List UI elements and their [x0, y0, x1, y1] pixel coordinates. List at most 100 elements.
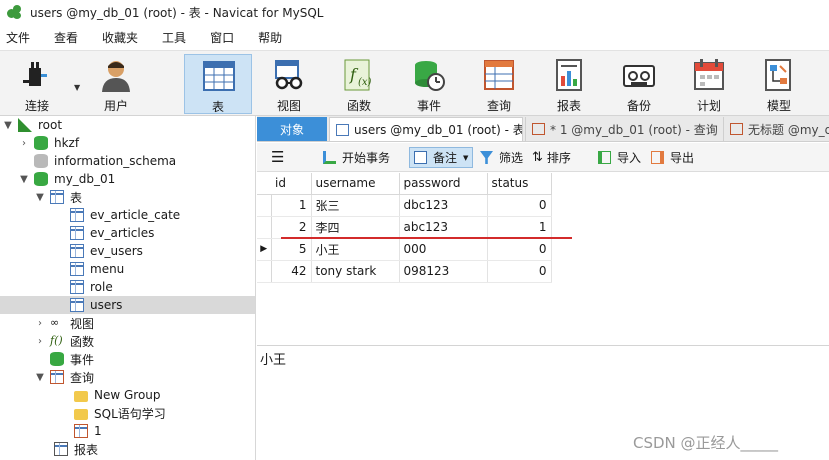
- cell-password[interactable]: 000: [399, 238, 488, 261]
- filter-button[interactable]: 筛选: [476, 147, 527, 168]
- function-button[interactable]: f (x) 函数: [325, 54, 393, 114]
- chevron-down-icon[interactable]: ▼: [34, 192, 46, 203]
- column-header-id[interactable]: id: [271, 173, 312, 195]
- table-button[interactable]: 表: [184, 54, 252, 114]
- sort-button[interactable]: ⇅ 排序: [528, 147, 575, 168]
- chevron-right-icon[interactable]: ›: [34, 318, 46, 329]
- tree-item-root[interactable]: ▼ root: [0, 116, 255, 134]
- tree-item-tables[interactable]: ▼ 表: [0, 188, 255, 206]
- cell-id[interactable]: 2: [271, 216, 312, 239]
- cell-password[interactable]: abc123: [399, 216, 488, 239]
- chevron-down-icon[interactable]: ▼: [463, 154, 468, 162]
- current-row-indicator-icon[interactable]: ▶: [257, 238, 272, 261]
- chevron-right-icon[interactable]: ›: [18, 138, 30, 149]
- event-clock-icon: [415, 61, 445, 91]
- tree-item-label: 事件: [70, 352, 95, 367]
- model-button[interactable]: 模型: [745, 54, 813, 114]
- cell-status[interactable]: 0: [487, 260, 552, 283]
- cell-username[interactable]: tony stark: [311, 260, 400, 283]
- tree-item-folder[interactable]: SQL语句学习: [0, 404, 255, 422]
- tree-item-table[interactable]: ev_article_cate: [0, 206, 255, 224]
- tab-untitled[interactable]: 无标题 @my_d: [723, 117, 829, 141]
- cell-username[interactable]: 张三: [311, 194, 400, 217]
- view-button[interactable]: 视图: [255, 54, 323, 114]
- table-row[interactable]: 2 李四 abc123 1: [257, 216, 552, 239]
- export-button[interactable]: 导出: [647, 147, 698, 168]
- tree-item-table[interactable]: ev_users: [0, 242, 255, 260]
- connection-button[interactable]: ▼ 连接: [4, 54, 80, 114]
- tree-item-label: role: [90, 280, 113, 294]
- cell-id[interactable]: 42: [271, 260, 312, 283]
- tab-label: 无标题 @my_d: [748, 122, 829, 137]
- menu-tools[interactable]: 工具: [156, 29, 198, 46]
- memo-button[interactable]: 备注 ▼: [409, 147, 474, 168]
- schedule-button[interactable]: 计划: [675, 54, 743, 114]
- table-icon: [70, 298, 84, 312]
- user-button[interactable]: 用户: [82, 54, 150, 114]
- cell-status[interactable]: 0: [487, 238, 552, 261]
- cell-status[interactable]: 0: [487, 194, 552, 217]
- tree-item-folder[interactable]: New Group: [0, 386, 255, 404]
- cell-password[interactable]: 098123: [399, 260, 488, 283]
- cell-status[interactable]: 1: [487, 216, 552, 239]
- tab-objects[interactable]: 对象: [257, 117, 327, 141]
- query-button[interactable]: 查询: [465, 54, 533, 114]
- tree-item-views[interactable]: › ∞ 视图: [0, 314, 255, 332]
- tab-label: users @my_db_01 (root) - 表: [354, 123, 523, 137]
- column-header-status[interactable]: status: [487, 173, 552, 195]
- column-header-password[interactable]: password: [399, 173, 488, 195]
- database-icon: [34, 154, 48, 168]
- tab-users-table[interactable]: users @my_db_01 (root) - 表: [329, 117, 523, 141]
- cell-password[interactable]: dbc123: [399, 194, 488, 217]
- report-button[interactable]: 报表: [535, 54, 603, 114]
- model-icon: [765, 59, 791, 91]
- tree-item-table[interactable]: menu: [0, 260, 255, 278]
- toolbar-label: 备份: [626, 99, 651, 113]
- tree-item-events[interactable]: 事件: [0, 350, 255, 368]
- table-row-current[interactable]: ▶ 5 小王 000 0: [257, 238, 552, 261]
- report-icon: [556, 59, 582, 91]
- tree-item-hkzf[interactable]: › hkzf: [0, 134, 255, 152]
- tree-item-label: 视图: [70, 316, 95, 331]
- tree-item-query[interactable]: 1: [0, 422, 255, 440]
- tree-item-label: SQL语句学习: [94, 406, 166, 421]
- chevron-down-icon[interactable]: ▼: [34, 372, 46, 383]
- backup-button[interactable]: 备份: [605, 54, 673, 114]
- sort-icon: ⇅: [532, 150, 543, 165]
- menu-button[interactable]: ☰: [267, 147, 288, 168]
- menu-window[interactable]: 窗口: [204, 29, 246, 46]
- event-button[interactable]: 事件: [395, 54, 463, 114]
- menu-favorites[interactable]: 收藏夹: [96, 29, 150, 46]
- column-header-username[interactable]: username: [311, 173, 400, 195]
- tree-item-label: ev_users: [90, 244, 143, 258]
- chevron-down-icon[interactable]: ▼: [2, 120, 14, 131]
- tree-item-reports[interactable]: 报表: [0, 440, 255, 458]
- tree-item-table[interactable]: ev_articles: [0, 224, 255, 242]
- tree-item-queries[interactable]: ▼ 查询: [0, 368, 255, 386]
- chevron-down-icon[interactable]: ▼: [18, 174, 30, 185]
- toolbar-label: 计划: [696, 99, 721, 113]
- menu-file[interactable]: 文件: [0, 29, 42, 46]
- menu-view[interactable]: 查看: [48, 29, 90, 46]
- begin-transaction-button[interactable]: 开始事务: [319, 147, 394, 168]
- table-row[interactable]: 1 张三 dbc123 0: [257, 194, 552, 217]
- chevron-down-icon[interactable]: ▼: [74, 83, 80, 92]
- tree-item-functions[interactable]: › f() 函数: [0, 332, 255, 350]
- chevron-right-icon[interactable]: ›: [34, 336, 46, 347]
- import-button[interactable]: 导入: [594, 147, 645, 168]
- schedule-calendar-icon: [694, 59, 724, 90]
- cell-id[interactable]: 1: [271, 194, 312, 217]
- report-icon: [54, 442, 68, 456]
- cell-id[interactable]: 5: [271, 238, 312, 261]
- tree-item-table-selected[interactable]: users: [0, 296, 255, 314]
- table-row[interactable]: 42 tony stark 098123 0: [257, 260, 552, 283]
- table-icon: [70, 208, 84, 222]
- tab-query[interactable]: * 1 @my_db_01 (root) - 查询: [525, 117, 721, 141]
- tree-item-table[interactable]: role: [0, 278, 255, 296]
- hamburger-menu-icon: ☰: [271, 148, 285, 166]
- menu-help[interactable]: 帮助: [252, 29, 294, 46]
- cell-username[interactable]: 小王: [311, 238, 400, 261]
- cell-username[interactable]: 李四: [311, 216, 400, 239]
- tree-item-information-schema[interactable]: information_schema: [0, 152, 255, 170]
- tree-item-my-db-01[interactable]: ▼ my_db_01: [0, 170, 255, 188]
